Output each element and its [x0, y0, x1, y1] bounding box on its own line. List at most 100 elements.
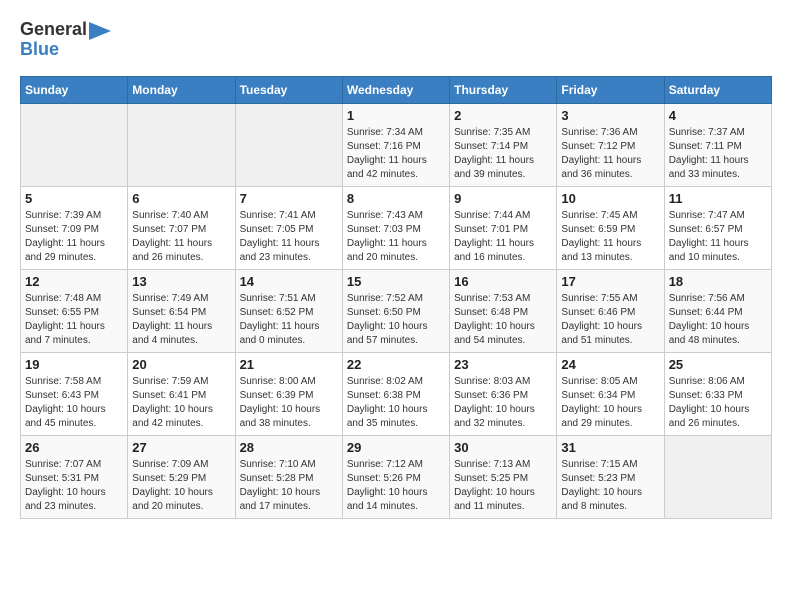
calendar-week-2: 5 Sunrise: 7:39 AMSunset: 7:09 PMDaylight…	[21, 186, 772, 269]
day-number: 6	[132, 191, 230, 206]
calendar-day: 13 Sunrise: 7:49 AMSunset: 6:54 PMDayligh…	[128, 269, 235, 352]
calendar-day: 22 Sunrise: 8:02 AMSunset: 6:38 PMDayligh…	[342, 352, 449, 435]
calendar-day: 30 Sunrise: 7:13 AMSunset: 5:25 PMDayligh…	[450, 435, 557, 518]
day-number: 16	[454, 274, 552, 289]
day-info: Sunrise: 7:44 AMSunset: 7:01 PMDaylight:…	[454, 209, 552, 265]
day-info: Sunrise: 7:52 AMSunset: 6:50 PMDaylight:…	[347, 292, 445, 348]
day-info: Sunrise: 7:55 AMSunset: 6:46 PMDaylight:…	[561, 292, 659, 348]
calendar-week-3: 12 Sunrise: 7:48 AMSunset: 6:55 PMDayligh…	[21, 269, 772, 352]
day-info: Sunrise: 7:36 AMSunset: 7:12 PMDaylight:…	[561, 126, 659, 182]
day-number: 15	[347, 274, 445, 289]
day-number: 18	[669, 274, 767, 289]
calendar-week-5: 26 Sunrise: 7:07 AMSunset: 5:31 PMDayligh…	[21, 435, 772, 518]
day-number: 14	[240, 274, 338, 289]
day-info: Sunrise: 7:37 AMSunset: 7:11 PMDaylight:…	[669, 126, 767, 182]
day-info: Sunrise: 7:10 AMSunset: 5:28 PMDaylight:…	[240, 458, 338, 514]
header-monday: Monday	[128, 76, 235, 103]
calendar-header-row: SundayMondayTuesdayWednesdayThursdayFrid…	[21, 76, 772, 103]
header-thursday: Thursday	[450, 76, 557, 103]
header-friday: Friday	[557, 76, 664, 103]
day-info: Sunrise: 7:13 AMSunset: 5:25 PMDaylight:…	[454, 458, 552, 514]
calendar-day: 14 Sunrise: 7:51 AMSunset: 6:52 PMDayligh…	[235, 269, 342, 352]
day-info: Sunrise: 7:43 AMSunset: 7:03 PMDaylight:…	[347, 209, 445, 265]
day-number: 21	[240, 357, 338, 372]
day-number: 12	[25, 274, 123, 289]
day-number: 17	[561, 274, 659, 289]
calendar-table: SundayMondayTuesdayWednesdayThursdayFrid…	[20, 76, 772, 519]
calendar-day: 25 Sunrise: 8:06 AMSunset: 6:33 PMDayligh…	[664, 352, 771, 435]
header-tuesday: Tuesday	[235, 76, 342, 103]
day-number: 20	[132, 357, 230, 372]
header-wednesday: Wednesday	[342, 76, 449, 103]
day-number: 3	[561, 108, 659, 123]
day-number: 28	[240, 440, 338, 455]
calendar-day: 17 Sunrise: 7:55 AMSunset: 6:46 PMDayligh…	[557, 269, 664, 352]
calendar-day: 1 Sunrise: 7:34 AMSunset: 7:16 PMDaylight…	[342, 103, 449, 186]
calendar-day	[128, 103, 235, 186]
day-number: 22	[347, 357, 445, 372]
day-number: 25	[669, 357, 767, 372]
calendar-day: 21 Sunrise: 8:00 AMSunset: 6:39 PMDayligh…	[235, 352, 342, 435]
day-number: 5	[25, 191, 123, 206]
day-number: 27	[132, 440, 230, 455]
day-number: 11	[669, 191, 767, 206]
day-info: Sunrise: 7:48 AMSunset: 6:55 PMDaylight:…	[25, 292, 123, 348]
calendar-week-1: 1 Sunrise: 7:34 AMSunset: 7:16 PMDaylight…	[21, 103, 772, 186]
calendar-day: 5 Sunrise: 7:39 AMSunset: 7:09 PMDaylight…	[21, 186, 128, 269]
calendar-day: 23 Sunrise: 8:03 AMSunset: 6:36 PMDayligh…	[450, 352, 557, 435]
day-info: Sunrise: 7:07 AMSunset: 5:31 PMDaylight:…	[25, 458, 123, 514]
calendar-day: 15 Sunrise: 7:52 AMSunset: 6:50 PMDayligh…	[342, 269, 449, 352]
day-number: 13	[132, 274, 230, 289]
logo: General Blue	[20, 20, 111, 60]
calendar-day: 6 Sunrise: 7:40 AMSunset: 7:07 PMDaylight…	[128, 186, 235, 269]
day-info: Sunrise: 7:59 AMSunset: 6:41 PMDaylight:…	[132, 375, 230, 431]
calendar-day: 9 Sunrise: 7:44 AMSunset: 7:01 PMDaylight…	[450, 186, 557, 269]
day-info: Sunrise: 7:49 AMSunset: 6:54 PMDaylight:…	[132, 292, 230, 348]
day-info: Sunrise: 8:02 AMSunset: 6:38 PMDaylight:…	[347, 375, 445, 431]
calendar-day: 26 Sunrise: 7:07 AMSunset: 5:31 PMDayligh…	[21, 435, 128, 518]
day-info: Sunrise: 7:39 AMSunset: 7:09 PMDaylight:…	[25, 209, 123, 265]
logo-general: General	[20, 19, 87, 39]
day-info: Sunrise: 7:15 AMSunset: 5:23 PMDaylight:…	[561, 458, 659, 514]
day-info: Sunrise: 8:03 AMSunset: 6:36 PMDaylight:…	[454, 375, 552, 431]
day-info: Sunrise: 8:05 AMSunset: 6:34 PMDaylight:…	[561, 375, 659, 431]
header-saturday: Saturday	[664, 76, 771, 103]
day-info: Sunrise: 7:34 AMSunset: 7:16 PMDaylight:…	[347, 126, 445, 182]
day-number: 30	[454, 440, 552, 455]
calendar-day: 27 Sunrise: 7:09 AMSunset: 5:29 PMDayligh…	[128, 435, 235, 518]
day-info: Sunrise: 7:09 AMSunset: 5:29 PMDaylight:…	[132, 458, 230, 514]
day-number: 29	[347, 440, 445, 455]
calendar-day: 20 Sunrise: 7:59 AMSunset: 6:41 PMDayligh…	[128, 352, 235, 435]
day-info: Sunrise: 7:51 AMSunset: 6:52 PMDaylight:…	[240, 292, 338, 348]
calendar-day: 4 Sunrise: 7:37 AMSunset: 7:11 PMDaylight…	[664, 103, 771, 186]
calendar-day: 29 Sunrise: 7:12 AMSunset: 5:26 PMDayligh…	[342, 435, 449, 518]
page-header: General Blue	[20, 20, 772, 60]
calendar-day: 31Sunrise: 7:15 AMSunset: 5:23 PMDayligh…	[557, 435, 664, 518]
day-number: 9	[454, 191, 552, 206]
day-number: 8	[347, 191, 445, 206]
day-number: 19	[25, 357, 123, 372]
calendar-day: 24 Sunrise: 8:05 AMSunset: 6:34 PMDayligh…	[557, 352, 664, 435]
day-info: Sunrise: 7:40 AMSunset: 7:07 PMDaylight:…	[132, 209, 230, 265]
day-number: 26	[25, 440, 123, 455]
header-sunday: Sunday	[21, 76, 128, 103]
day-info: Sunrise: 7:45 AMSunset: 6:59 PMDaylight:…	[561, 209, 659, 265]
day-info: Sunrise: 8:00 AMSunset: 6:39 PMDaylight:…	[240, 375, 338, 431]
day-info: Sunrise: 8:06 AMSunset: 6:33 PMDaylight:…	[669, 375, 767, 431]
calendar-day: 28 Sunrise: 7:10 AMSunset: 5:28 PMDayligh…	[235, 435, 342, 518]
day-number: 24	[561, 357, 659, 372]
day-number: 1	[347, 108, 445, 123]
calendar-day: 19 Sunrise: 7:58 AMSunset: 6:43 PMDayligh…	[21, 352, 128, 435]
day-info: Sunrise: 7:53 AMSunset: 6:48 PMDaylight:…	[454, 292, 552, 348]
day-info: Sunrise: 7:58 AMSunset: 6:43 PMDaylight:…	[25, 375, 123, 431]
day-number: 10	[561, 191, 659, 206]
calendar-day: 18Sunrise: 7:56 AMSunset: 6:44 PMDayligh…	[664, 269, 771, 352]
day-number: 7	[240, 191, 338, 206]
day-number: 23	[454, 357, 552, 372]
calendar-day: 3 Sunrise: 7:36 AMSunset: 7:12 PMDaylight…	[557, 103, 664, 186]
calendar-day: 8 Sunrise: 7:43 AMSunset: 7:03 PMDaylight…	[342, 186, 449, 269]
day-info: Sunrise: 7:35 AMSunset: 7:14 PMDaylight:…	[454, 126, 552, 182]
day-info: Sunrise: 7:12 AMSunset: 5:26 PMDaylight:…	[347, 458, 445, 514]
day-number: 4	[669, 108, 767, 123]
calendar-day: 16 Sunrise: 7:53 AMSunset: 6:48 PMDayligh…	[450, 269, 557, 352]
